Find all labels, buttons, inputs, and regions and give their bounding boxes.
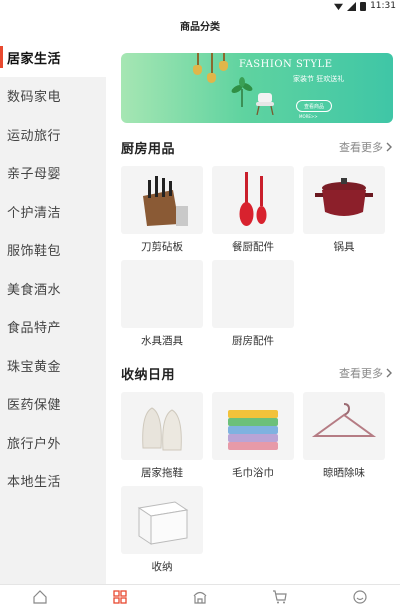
towels-icon — [212, 392, 294, 460]
category-tile-label: 餐厨配件 — [232, 241, 274, 253]
sidebar-item-food-drinks[interactable]: 美食酒水 — [0, 269, 106, 308]
knife-block-icon — [121, 166, 203, 234]
plant-icon — [231, 77, 253, 107]
spatula-icon — [212, 166, 294, 234]
sidebar-item-local-food[interactable]: 食品特产 — [0, 308, 106, 347]
chair-icon — [256, 93, 274, 115]
category-tile[interactable]: 晾晒除味 — [303, 392, 385, 480]
category-tile[interactable]: 毛巾浴巾 — [212, 392, 294, 480]
pot-icon — [303, 166, 385, 234]
chevron-right-icon — [386, 368, 392, 378]
see-more-label: 查看更多 — [339, 141, 383, 154]
category-tile-label: 刀剪砧板 — [141, 241, 183, 253]
section-header-storage: 收纳日用 查看更多 — [121, 363, 393, 383]
see-more-link[interactable]: 查看更多 — [339, 365, 393, 381]
category-tile[interactable]: 餐厨配件 — [212, 166, 294, 254]
promo-banner[interactable]: FASHION STYLE 家装节 狂欢送礼 查看商品 MORE>> — [121, 53, 393, 123]
sidebar-item-home-living[interactable]: 居家生活 — [0, 38, 106, 77]
lamp-icon — [219, 61, 228, 71]
tab-cart[interactable] — [240, 586, 320, 608]
sidebar-item-mother-baby[interactable]: 亲子母婴 — [0, 154, 106, 193]
bottom-tab-bar — [0, 584, 400, 608]
store-icon — [193, 591, 207, 604]
see-more-label: 查看更多 — [339, 367, 383, 380]
category-tile-label: 收纳 — [151, 561, 173, 573]
sidebar-item-digital[interactable]: 数码家电 — [0, 77, 106, 116]
see-more-link[interactable]: 查看更多 — [339, 139, 393, 155]
banner-more-text: MORE>> — [299, 114, 318, 119]
banner-subtitle: 家装节 狂欢送礼 — [293, 75, 345, 83]
tab-store[interactable] — [160, 586, 240, 608]
tab-category[interactable] — [80, 586, 160, 608]
banner-view-button[interactable]: 查看商品 — [296, 100, 332, 112]
status-time: 11:31 — [370, 1, 396, 11]
category-tile[interactable]: 收纳 — [121, 486, 203, 574]
sidebar-item-local-life[interactable]: 本地生活 — [0, 462, 106, 501]
page-title: 商品分类 — [180, 21, 220, 33]
wifi-icon — [334, 3, 344, 10]
category-tile-label: 居家拖鞋 — [141, 467, 183, 479]
category-icon — [113, 589, 127, 604]
sidebar-item-personal-care[interactable]: 个护清洁 — [0, 192, 106, 231]
signal-icon — [347, 1, 357, 11]
category-tile-label: 锅具 — [333, 241, 355, 253]
category-tile[interactable]: 居家拖鞋 — [121, 392, 203, 480]
section-title: 收纳日用 — [121, 367, 176, 383]
section-header-kitchen: 厨房用品 查看更多 — [121, 137, 393, 157]
home-icon — [33, 589, 47, 604]
banner-title: FASHION STYLE — [239, 59, 333, 70]
status-bar: 11:31 — [0, 0, 400, 12]
lamp-cord — [211, 53, 213, 75]
slippers-icon — [121, 392, 203, 460]
chevron-right-icon — [386, 142, 392, 152]
storage-box-icon — [121, 486, 203, 554]
category-tile-label: 晾晒除味 — [323, 467, 365, 479]
category-content: FASHION STYLE 家装节 狂欢送礼 查看商品 MORE>> 厨房用品 … — [106, 38, 400, 584]
category-tile[interactable]: 水具酒具 — [121, 260, 203, 348]
tab-profile[interactable] — [320, 586, 400, 608]
category-tile-label: 厨房配件 — [232, 335, 274, 347]
category-tile-label: 水具酒具 — [141, 335, 183, 347]
category-tile[interactable]: 刀剪砧板 — [121, 166, 203, 254]
sidebar-item-sports-travel[interactable]: 运动旅行 — [0, 115, 106, 154]
section-title: 厨房用品 — [121, 141, 176, 157]
category-tile-label: 毛巾浴巾 — [232, 467, 274, 479]
sidebar-item-health[interactable]: 医药保健 — [0, 385, 106, 424]
profile-icon — [353, 589, 367, 604]
image-placeholder — [212, 260, 294, 328]
lamp-icon — [193, 65, 202, 75]
cart-icon — [273, 589, 287, 603]
lamp-icon — [207, 73, 216, 83]
category-tile[interactable]: 厨房配件 — [212, 260, 294, 348]
sidebar-item-jewelry[interactable]: 珠宝黄金 — [0, 346, 106, 385]
category-tile[interactable]: 锅具 — [303, 166, 385, 254]
sidebar-item-apparel[interactable]: 服饰鞋包 — [0, 231, 106, 270]
category-sidebar: 居家生活 数码家电 运动旅行 亲子母婴 个护清洁 服饰鞋包 美食酒水 食品特产 … — [0, 38, 106, 584]
battery-icon — [360, 1, 367, 11]
image-placeholder — [121, 260, 203, 328]
hanger-icon — [303, 392, 385, 460]
status-icons: 11:31 — [334, 0, 396, 12]
tab-home[interactable] — [0, 586, 80, 608]
sidebar-item-outdoor[interactable]: 旅行户外 — [0, 423, 106, 462]
